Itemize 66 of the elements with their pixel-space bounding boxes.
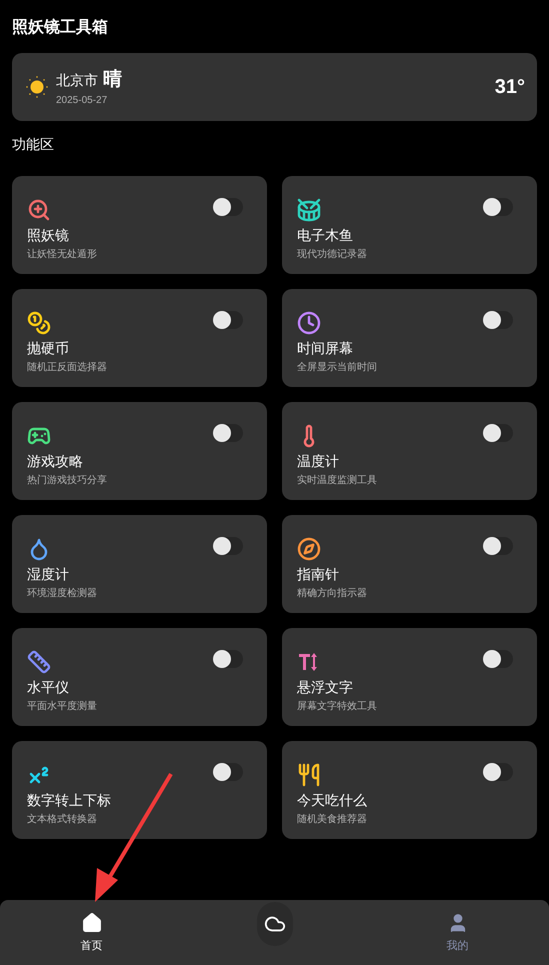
toggle-switch[interactable] bbox=[213, 198, 243, 216]
toggle-switch[interactable] bbox=[483, 198, 513, 216]
tool-card[interactable]: 抛硬币 随机正反面选择器 bbox=[12, 289, 267, 387]
tool-description: 文本格式转换器 bbox=[27, 813, 97, 827]
toggle-switch[interactable] bbox=[213, 537, 243, 555]
tool-description: 随机正反面选择器 bbox=[27, 361, 107, 375]
tool-description: 精确方向指示器 bbox=[297, 587, 367, 601]
tool-name: 数字转上下标 bbox=[27, 792, 111, 810]
toggle-switch[interactable] bbox=[483, 650, 513, 668]
tool-card[interactable]: 温度计 实时温度监测工具 bbox=[282, 402, 537, 500]
sun-icon bbox=[26, 76, 48, 98]
tool-name: 湿度计 bbox=[27, 566, 69, 584]
tool-card[interactable]: 数字转上下标 文本格式转换器 bbox=[12, 741, 267, 839]
tool-card[interactable]: 游戏攻略 热门游戏技巧分享 bbox=[12, 402, 267, 500]
toggle-switch[interactable] bbox=[213, 311, 243, 329]
tool-name: 抛硬币 bbox=[27, 340, 69, 358]
tool-description: 平面水平度测量 bbox=[27, 700, 97, 714]
toggle-switch[interactable] bbox=[483, 763, 513, 781]
compass-icon bbox=[297, 537, 321, 561]
tool-name: 指南针 bbox=[297, 566, 339, 584]
nav-tab[interactable]: 首页 bbox=[76, 900, 106, 965]
tool-description: 实时温度监测工具 bbox=[297, 474, 377, 488]
tool-card[interactable]: 今天吃什么 随机美食推荐器 bbox=[282, 741, 537, 839]
clock-icon bbox=[297, 311, 321, 335]
tool-name: 时间屏幕 bbox=[297, 340, 353, 358]
tool-card[interactable]: 时间屏幕 全屏显示当前时间 bbox=[282, 289, 537, 387]
utensils-icon bbox=[297, 763, 321, 787]
toggle-switch[interactable] bbox=[213, 763, 243, 781]
home-icon bbox=[80, 912, 102, 934]
tool-description: 让妖怪无处遁形 bbox=[27, 248, 97, 262]
zoom-in-icon bbox=[27, 198, 51, 222]
tool-name: 悬浮文字 bbox=[297, 679, 353, 697]
app-title: 照妖镜工具箱 bbox=[12, 16, 108, 38]
tool-card[interactable]: 指南针 精确方向指示器 bbox=[282, 515, 537, 613]
ruler-icon bbox=[27, 650, 51, 674]
tool-description: 屏幕文字特效工具 bbox=[297, 700, 377, 714]
tool-description: 现代功德记录器 bbox=[297, 248, 367, 262]
section-title: 功能区 bbox=[12, 136, 54, 155]
weather-condition: 晴 bbox=[103, 66, 122, 90]
tool-description: 热门游戏技巧分享 bbox=[27, 474, 107, 488]
drum-icon bbox=[297, 198, 321, 222]
tool-name: 电子木鱼 bbox=[297, 227, 353, 245]
tool-name: 今天吃什么 bbox=[297, 792, 367, 810]
weather-nav-button[interactable] bbox=[256, 902, 292, 946]
tool-card[interactable]: 照妖镜 让妖怪无处遁形 bbox=[12, 176, 267, 274]
tool-card[interactable]: 水平仪 平面水平度测量 bbox=[12, 628, 267, 726]
tool-card[interactable]: 电子木鱼 现代功德记录器 bbox=[282, 176, 537, 274]
tool-name: 照妖镜 bbox=[27, 227, 69, 245]
tool-card[interactable]: 悬浮文字 屏幕文字特效工具 bbox=[282, 628, 537, 726]
toggle-switch[interactable] bbox=[213, 650, 243, 668]
tool-name: 温度计 bbox=[297, 453, 339, 471]
toggle-switch[interactable] bbox=[483, 311, 513, 329]
tool-name: 水平仪 bbox=[27, 679, 69, 697]
toggle-switch[interactable] bbox=[213, 424, 243, 442]
tool-card[interactable]: 湿度计 环境湿度检测器 bbox=[12, 515, 267, 613]
city-name: 北京市 bbox=[56, 72, 98, 90]
toggle-switch[interactable] bbox=[483, 537, 513, 555]
tool-description: 环境湿度检测器 bbox=[27, 587, 97, 601]
coins-icon bbox=[27, 311, 51, 335]
tool-description: 随机美食推荐器 bbox=[297, 813, 367, 827]
toggle-switch[interactable] bbox=[483, 424, 513, 442]
temperature: 31° bbox=[494, 75, 525, 100]
weather-date: 2025-05-27 bbox=[56, 94, 108, 108]
tool-description: 全屏显示当前时间 bbox=[297, 361, 377, 375]
nav-tab[interactable]: 我的 bbox=[442, 900, 472, 965]
tool-name: 游戏攻略 bbox=[27, 453, 83, 471]
